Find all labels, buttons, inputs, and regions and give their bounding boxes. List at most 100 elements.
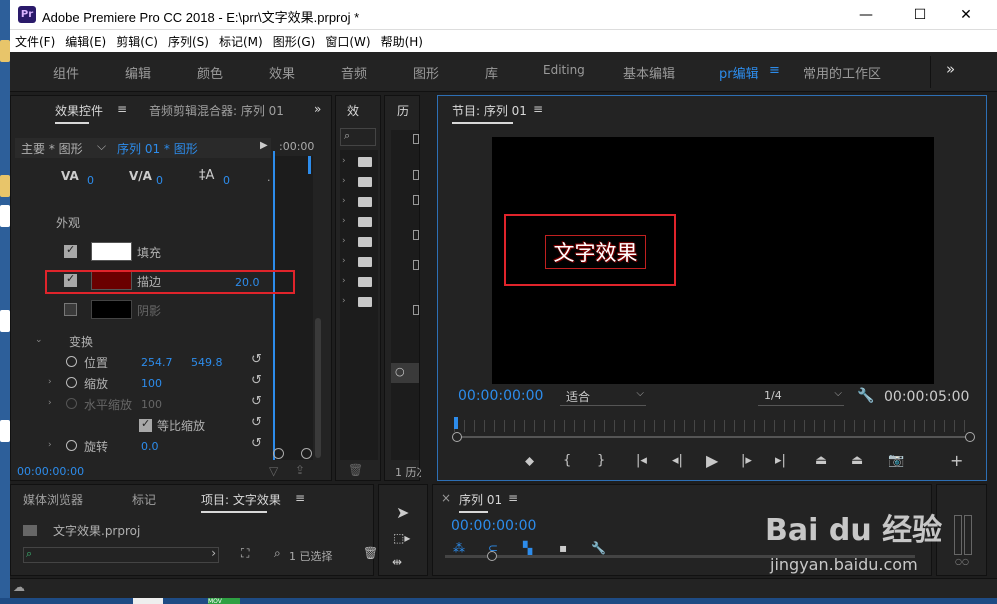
reset-icon[interactable]: ↺ — [251, 436, 262, 451]
scrollbar-thumb[interactable] — [315, 318, 321, 458]
mark-out-icon[interactable]: } — [597, 453, 605, 468]
timeline-timecode[interactable]: 00:00:00:00 — [451, 518, 536, 534]
play-icon[interactable]: ▶ — [260, 140, 268, 151]
expand-chevron-icon[interactable]: › — [342, 276, 346, 286]
taskbar-item[interactable] — [133, 598, 163, 604]
program-video-frame[interactable]: 文字效果 — [492, 137, 934, 384]
tab-menu-icon[interactable]: ≡ — [508, 491, 518, 505]
shadow-checkbox[interactable] — [64, 303, 77, 316]
reset-icon[interactable]: ↺ — [251, 415, 262, 430]
mini-timeline[interactable] — [273, 156, 313, 460]
program-timecode[interactable]: 00:00:00:00 — [458, 388, 543, 404]
menu-window[interactable]: 窗口(W) — [325, 33, 370, 50]
desktop-icon[interactable] — [0, 205, 10, 227]
tracking-value[interactable]: 0 — [156, 174, 163, 187]
folder-icon[interactable] — [358, 257, 372, 267]
effects-search-input[interactable]: ⌕ — [340, 128, 376, 146]
zoom-bar[interactable] — [458, 436, 968, 438]
workspace-menu-icon[interactable]: ≡ — [769, 63, 780, 78]
selection-tool-icon[interactable]: ➤ — [396, 503, 409, 522]
desktop-icon[interactable] — [0, 420, 10, 442]
tab-audio-clip-mixer[interactable]: 音频剪辑混合器: 序列 01 — [149, 102, 284, 119]
step-back-icon[interactable]: ◂| — [672, 453, 683, 468]
workspace-effects[interactable]: 效果 — [269, 63, 295, 82]
playhead[interactable] — [454, 417, 458, 429]
go-to-out-icon[interactable]: ▸| — [775, 453, 786, 468]
tab-media-browser[interactable]: 媒体浏览器 — [23, 491, 83, 508]
more-dots-icon[interactable]: ‧ — [267, 174, 271, 187]
add-marker-icon[interactable]: ▚ — [523, 541, 532, 555]
uniform-scale-checkbox[interactable] — [139, 417, 152, 432]
snap-icon[interactable]: ⁂ — [453, 541, 465, 555]
project-search-input[interactable]: ⌕ › — [23, 546, 219, 563]
tab-markers[interactable]: 标记 — [132, 491, 156, 508]
scale-value[interactable]: 100 — [141, 377, 162, 390]
marker-icon[interactable]: ▪ — [559, 541, 567, 555]
solo-buttons-icon[interactable]: ○○ — [955, 557, 969, 566]
zoom-handle-left[interactable] — [273, 448, 284, 459]
expand-chevron-icon[interactable]: › — [342, 196, 346, 206]
zoom-handle-left[interactable] — [487, 551, 497, 561]
expand-chevron-icon[interactable]: › — [342, 156, 346, 166]
mark-in-icon[interactable]: { — [563, 453, 571, 468]
folder-icon[interactable] — [358, 297, 372, 307]
preset-folder-icon[interactable] — [358, 177, 372, 187]
history-item-icon[interactable] — [413, 170, 419, 180]
leading-value[interactable]: 0 — [223, 174, 230, 187]
taskbar-mov-item[interactable]: MOV — [208, 598, 240, 604]
workspace-graphics[interactable]: 图形 — [413, 63, 439, 82]
tab-sequence[interactable]: 序列 01 — [459, 491, 502, 513]
panel-overflow-icon[interactable]: » — [314, 102, 321, 116]
expand-chevron-icon[interactable]: › — [48, 398, 52, 408]
resolution-dropdown[interactable]: 1/4 ⌵ — [758, 388, 844, 406]
desktop-icon[interactable] — [0, 175, 10, 197]
stopwatch-icon[interactable] — [66, 377, 77, 388]
expand-chevron-icon[interactable]: › — [342, 176, 346, 186]
stopwatch-icon[interactable] — [66, 356, 77, 367]
workspace-overflow-icon[interactable]: » — [946, 60, 955, 78]
effect-controls-timecode[interactable]: 00:00:00:00 — [17, 465, 84, 478]
chevron-down-icon[interactable]: ⌵ — [97, 139, 106, 154]
tab-project[interactable]: 项目: 文字效果 — [201, 491, 281, 513]
menu-graphics[interactable]: 图形(G) — [273, 33, 316, 50]
close-button[interactable]: ✕ — [943, 0, 989, 30]
history-item-icon[interactable] — [413, 195, 419, 205]
tab-menu-icon[interactable]: ≡ — [117, 102, 127, 116]
close-icon[interactable]: × — [441, 491, 451, 505]
menu-help[interactable]: 帮助(H) — [381, 33, 423, 50]
reset-icon[interactable]: ↺ — [251, 352, 262, 367]
timeline-zoom-bar[interactable] — [445, 555, 915, 558]
wrench-icon[interactable]: 🔧 — [591, 541, 606, 555]
expand-chevron-icon[interactable]: › — [342, 296, 346, 306]
export-frame-camera-icon[interactable]: 📷 — [888, 453, 904, 468]
zoom-handle-left[interactable] — [452, 432, 462, 442]
folder-icon[interactable] — [358, 217, 372, 227]
tab-program-monitor[interactable]: 节目: 序列 01 — [452, 102, 527, 124]
filter-icon[interactable]: ▽ — [269, 464, 278, 478]
reset-icon[interactable]: ↺ — [251, 394, 262, 409]
text-layer-bounding-box[interactable]: 文字效果 — [545, 235, 646, 269]
position-y-value[interactable]: 549.8 — [191, 356, 223, 369]
track-select-tool-icon[interactable]: ⬚▸ — [393, 531, 410, 545]
collapse-chevron-icon[interactable]: ⌄ — [35, 335, 43, 345]
fill-color-swatch[interactable] — [91, 242, 132, 261]
menu-markers[interactable]: 标记(M) — [219, 33, 263, 50]
expand-chevron-icon[interactable]: › — [342, 236, 346, 246]
expand-chevron-icon[interactable]: › — [342, 256, 346, 266]
fill-checkbox[interactable] — [64, 243, 77, 258]
button-editor-plus-icon[interactable]: + — [950, 451, 963, 470]
fit-dropdown[interactable]: 适合 ⌵ — [560, 388, 646, 406]
extract-icon[interactable]: ⏏ — [851, 453, 863, 468]
zoom-handle-right[interactable] — [301, 448, 312, 459]
time-ruler[interactable] — [454, 420, 972, 432]
history-item-icon[interactable] — [413, 134, 419, 144]
folder-icon[interactable] — [358, 197, 372, 207]
workspace-editing[interactable]: Editing — [543, 63, 585, 77]
master-clip-label[interactable]: 主要 * 图形 — [21, 140, 83, 157]
stopwatch-icon[interactable] — [66, 440, 77, 451]
menu-file[interactable]: 文件(F) — [15, 33, 55, 50]
minimize-button[interactable]: — — [843, 0, 889, 30]
expand-chevron-icon[interactable]: › — [48, 377, 52, 387]
workspace-color[interactable]: 颜色 — [197, 63, 223, 82]
shadow-color-swatch[interactable] — [91, 300, 132, 319]
